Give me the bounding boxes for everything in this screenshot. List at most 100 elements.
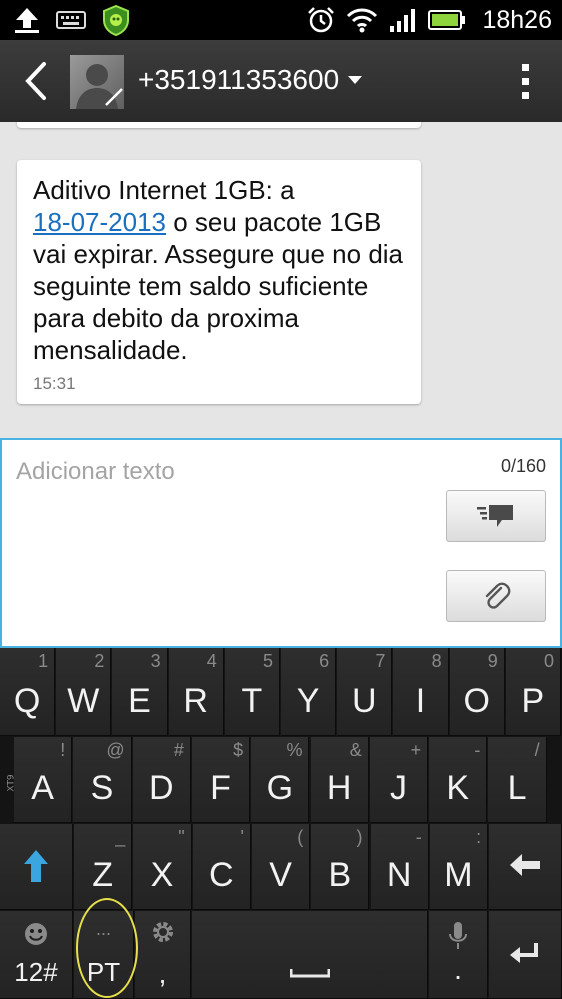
key-secondary-label: 9 [487, 651, 498, 671]
message-text: Aditivo Internet 1GB: a 18-07-2013 o seu… [33, 174, 405, 366]
key-label: Y [296, 682, 320, 720]
key-u[interactable]: 7U [337, 648, 393, 736]
key-label: S [90, 769, 114, 807]
space-bar-icon [289, 969, 330, 978]
key-label: L [507, 769, 527, 807]
send-button[interactable] [446, 490, 546, 542]
key-z[interactable]: _ Z [74, 824, 133, 910]
enter-key[interactable] [489, 911, 562, 999]
keyboard-icon [56, 11, 86, 29]
key-label: V [269, 856, 292, 894]
key-label: P [521, 682, 545, 720]
character-counter: 0/160 [500, 456, 546, 476]
symbols-label: 12# [14, 957, 58, 987]
key-secondary-label: ( [297, 827, 304, 847]
key-label: R [183, 682, 208, 720]
key-l[interactable]: / L [488, 737, 547, 823]
signal-icon [390, 9, 416, 32]
key-secondary-label: 4 [206, 651, 217, 671]
language-label: PT [86, 957, 121, 987]
key-s[interactable]: @ S [73, 737, 132, 823]
key-g[interactable]: % G [251, 737, 310, 823]
message-list[interactable]: Aditivo Internet 1GB: a 18-07-2013 o seu… [0, 122, 562, 438]
key-secondary-label: + [410, 740, 422, 760]
contact-selector[interactable]: +351911353600 [138, 64, 363, 96]
person-silhouette-icon [76, 64, 123, 109]
key-label: Z [92, 856, 114, 894]
key-label: I [415, 682, 426, 720]
overflow-menu-icon[interactable] [520, 62, 532, 102]
key-label: B [328, 856, 352, 894]
key-label: G [266, 769, 294, 807]
key-w[interactable]: 2W [56, 648, 112, 736]
back-arrow-icon[interactable] [18, 58, 54, 104]
key-q[interactable]: 1Q [0, 648, 56, 736]
key-secondary-label: 1 [38, 651, 49, 671]
previous-message-bubble[interactable] [17, 122, 421, 128]
send-message-icon [477, 505, 513, 527]
key-m[interactable]: :M [429, 824, 489, 910]
compose-area[interactable]: Adicionar texto 0/160 [0, 438, 562, 648]
comma-settings-key[interactable]: , [135, 911, 191, 999]
key-e[interactable]: 3E [112, 648, 168, 736]
key-d[interactable]: # D [132, 737, 191, 823]
microphone-icon [449, 922, 467, 949]
key-j[interactable]: + J [369, 737, 429, 823]
comma-label: , [158, 958, 167, 989]
backspace-key[interactable] [489, 824, 562, 910]
key-secondary-label: " [178, 827, 185, 847]
key-label: J [389, 769, 407, 807]
contact-avatar[interactable] [70, 55, 124, 109]
key-secondary-label: 3 [150, 651, 161, 671]
language-key[interactable]: ... PT [74, 911, 134, 999]
key-c[interactable]: ' C [192, 824, 251, 910]
key-o[interactable]: 9O [449, 648, 505, 736]
key-label: E [128, 682, 151, 720]
period-voice-key[interactable]: . [429, 911, 488, 999]
smiley-icon [25, 923, 47, 945]
key-label: W [67, 682, 100, 720]
key-secondary-label: 7 [375, 651, 386, 671]
emoji-symbols-key[interactable]: 12# [0, 911, 73, 999]
battery-icon [428, 10, 466, 30]
key-secondary-label: / [534, 740, 540, 760]
key-secondary-label: @ [106, 740, 125, 760]
enter-arrow-icon [510, 943, 538, 963]
key-label: D [148, 769, 174, 807]
key-h[interactable]: & H [310, 737, 369, 823]
key-secondary-label: & [349, 740, 362, 760]
message-bubble[interactable]: Aditivo Internet 1GB: a 18-07-2013 o seu… [17, 160, 421, 404]
keyboard: 1 Q 2 W 3 E 4 R 5 T 6 Y 7 U 8 I 9 O 0 P! A @ S # D $ F% G & H + J - K / L _ Z… [0, 648, 562, 999]
key-x[interactable]: " X [133, 824, 192, 910]
key-secondary-label: 2 [94, 651, 105, 671]
message-input[interactable]: Adicionar texto [16, 458, 175, 486]
space-key[interactable] [192, 911, 428, 999]
key-n[interactable]: -N [370, 824, 429, 910]
key-label: N [386, 856, 412, 894]
attach-button[interactable] [446, 570, 546, 622]
paperclip-icon [485, 582, 511, 609]
key-secondary-label: ! [60, 740, 66, 760]
upload-icon [15, 8, 39, 33]
key-label: A [31, 769, 54, 807]
key-f[interactable]: $ F [191, 737, 251, 823]
key-secondary-label: _ [115, 827, 126, 847]
key-label: F [210, 769, 231, 807]
key-v[interactable]: (V [251, 824, 311, 910]
key-secondary-label: : [476, 827, 482, 847]
date-link[interactable]: 18-07-2013 [33, 207, 166, 237]
key-secondary-label: ' [240, 827, 244, 847]
key-label: T [241, 682, 263, 720]
key-k[interactable]: -K [429, 737, 488, 823]
key-i[interactable]: 8I [393, 648, 449, 736]
key-b[interactable]: ) B [311, 824, 370, 910]
contact-number: +351911353600 [138, 64, 340, 95]
key-t[interactable]: 5T [224, 648, 280, 736]
key-r[interactable]: 4R [168, 648, 224, 736]
key-p[interactable]: 0P [505, 648, 561, 736]
key-label: U [352, 682, 377, 720]
key-secondary-label: 0 [543, 651, 554, 671]
shift-key[interactable] [0, 824, 73, 910]
key-a[interactable]: ! A [14, 737, 73, 823]
key-y[interactable]: 6Y [281, 648, 337, 736]
